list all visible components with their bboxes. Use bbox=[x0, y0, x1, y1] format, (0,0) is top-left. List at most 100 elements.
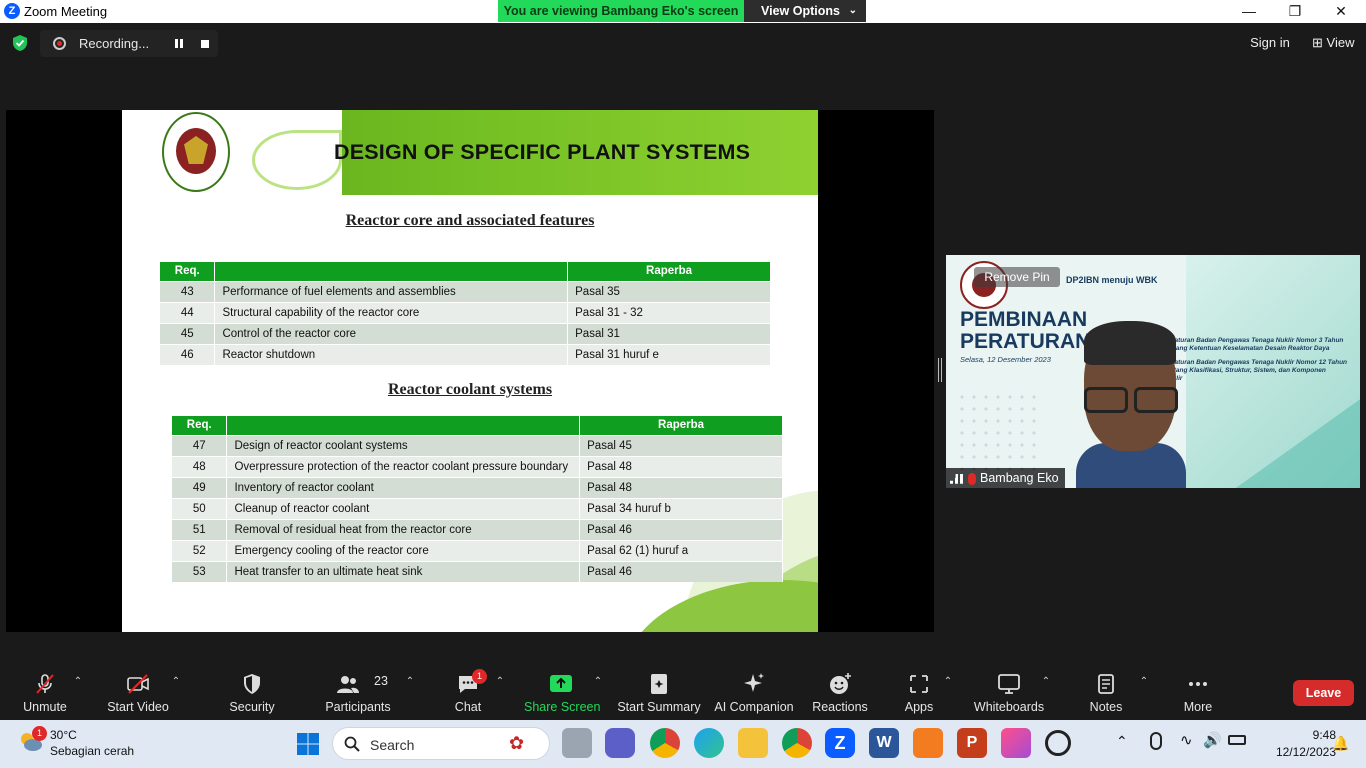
close-button[interactable]: ✕ bbox=[1318, 0, 1364, 23]
windows-start-icon[interactable] bbox=[296, 732, 320, 756]
chat-button[interactable]: 1 Chat bbox=[446, 664, 490, 720]
view-button[interactable]: ⊞ View bbox=[1304, 31, 1362, 55]
view-layout-icon: ⊞ bbox=[1312, 35, 1323, 50]
req-number-cell: 46 bbox=[160, 343, 216, 365]
participant-video-tile[interactable]: Remove Pin DP2IBN menuju WBK PEMBINAAN P… bbox=[946, 255, 1360, 488]
participants-label: Participants bbox=[325, 700, 391, 714]
virtual-bg-line: tentang Klasifikasi, Struktur, Sistem, d… bbox=[1164, 367, 1326, 374]
wifi-icon[interactable]: ∿ bbox=[1180, 731, 1193, 749]
recording-indicator: Recording... bbox=[40, 30, 218, 57]
apps-caret-icon[interactable]: ⌃ bbox=[942, 676, 954, 688]
requirement-cell: Performance of fuel elements and assembl… bbox=[214, 280, 569, 302]
taskbar-date[interactable]: 12/12/2023 bbox=[1256, 745, 1336, 759]
raperba-cell: Pasal 62 (1) huruf a bbox=[579, 539, 783, 561]
teams-meet-icon[interactable] bbox=[605, 728, 635, 758]
notifications-bell-icon[interactable]: 🔔 bbox=[1332, 735, 1349, 752]
raperba-cell: Pasal 45 bbox=[579, 434, 783, 456]
restore-button[interactable]: ❐ bbox=[1272, 0, 1318, 23]
start-summary-button[interactable]: Start Summary bbox=[616, 664, 702, 720]
slide-title: DESIGN OF SPECIFIC PLANT SYSTEMS bbox=[334, 140, 751, 164]
req-number-cell: 53 bbox=[172, 560, 228, 582]
table-row: 52 Emergency cooling of the reactor core P… bbox=[172, 539, 783, 561]
share-options-caret-icon[interactable]: ⌃ bbox=[592, 676, 604, 688]
word-icon[interactable]: W bbox=[869, 728, 899, 758]
taskbar-time[interactable]: 9:48 bbox=[1256, 728, 1336, 742]
req-number-cell: 48 bbox=[172, 455, 228, 477]
table-row: 44 Structural capability of the reactor c… bbox=[160, 301, 771, 323]
requirement-cell: Emergency cooling of the reactor core bbox=[226, 539, 581, 561]
pdf-app-icon[interactable] bbox=[913, 728, 943, 758]
view-options-label: View Options bbox=[761, 4, 840, 18]
whiteboards-caret-icon[interactable]: ⌃ bbox=[1040, 676, 1052, 688]
view-options-button[interactable]: View Options ⌄ bbox=[744, 0, 866, 22]
wps-icon[interactable] bbox=[1001, 728, 1031, 758]
table-row: 51 Removal of residual heat from the reac… bbox=[172, 518, 783, 540]
file-explorer-icon[interactable] bbox=[738, 728, 768, 758]
volume-icon[interactable]: 🔊 bbox=[1203, 731, 1222, 749]
more-button[interactable]: More bbox=[1172, 664, 1224, 720]
stop-recording-icon[interactable] bbox=[201, 40, 209, 48]
camera-app-icon[interactable] bbox=[1045, 730, 1071, 756]
coolant-requirements-table: Req. Raperba 47 Design of reactor coolant… bbox=[172, 416, 783, 582]
shared-screen[interactable]: DESIGN OF SPECIFIC PLANT SYSTEMS Reactor… bbox=[6, 110, 934, 632]
audio-options-caret-icon[interactable]: ⌃ bbox=[72, 676, 84, 688]
raperba-cell: Pasal 46 bbox=[579, 560, 783, 582]
leave-button[interactable]: Leave bbox=[1293, 680, 1354, 706]
minimize-button[interactable]: — bbox=[1226, 0, 1272, 23]
weather-condition: Sebagian cerah bbox=[50, 744, 135, 758]
share-screen-icon bbox=[550, 675, 572, 692]
weather-badge: 1 bbox=[32, 726, 47, 741]
zoom-app-icon[interactable]: Z bbox=[825, 728, 855, 758]
raperba-cell: Pasal 46 bbox=[579, 518, 783, 540]
viewing-banner: You are viewing Bambang Eko's screen Vie… bbox=[498, 0, 866, 22]
summary-icon bbox=[651, 674, 667, 694]
chrome-profile-icon[interactable] bbox=[782, 728, 812, 758]
whiteboards-button[interactable]: Whiteboards bbox=[970, 664, 1048, 720]
requirement-cell: Design of reactor coolant systems bbox=[226, 434, 581, 456]
unmute-button[interactable]: Unmute bbox=[14, 664, 76, 720]
show-hidden-icons-chevron[interactable]: ⌃ bbox=[1116, 733, 1128, 750]
participants-icon bbox=[336, 676, 359, 693]
apps-icon bbox=[910, 675, 928, 693]
virtual-bg-heading-line: PERATURAN bbox=[960, 330, 1091, 353]
table-row: 47 Design of reactor coolant systems Pasal… bbox=[172, 434, 783, 456]
share-screen-button[interactable]: Share Screen bbox=[524, 664, 600, 720]
taskbar-search-box[interactable]: Search ✿ bbox=[332, 727, 550, 760]
column-header: Raperba bbox=[579, 416, 783, 435]
chat-caret-icon[interactable]: ⌃ bbox=[494, 676, 506, 688]
column-header: Raperba bbox=[567, 262, 771, 281]
requirement-cell: Reactor shutdown bbox=[214, 343, 569, 365]
participants-caret-icon[interactable]: ⌃ bbox=[404, 676, 416, 688]
more-label: More bbox=[1183, 700, 1213, 714]
video-off-icon bbox=[127, 674, 149, 694]
column-header bbox=[214, 262, 569, 281]
chrome-icon[interactable] bbox=[650, 728, 680, 758]
raperba-cell: Pasal 31 bbox=[567, 322, 771, 344]
requirement-cell: Inventory of reactor coolant bbox=[226, 476, 581, 498]
edge-icon[interactable] bbox=[694, 728, 724, 758]
task-view-icon[interactable] bbox=[562, 728, 592, 758]
req-number-cell: 47 bbox=[172, 434, 228, 456]
participant-video bbox=[1076, 321, 1186, 488]
pause-recording-icon[interactable] bbox=[173, 36, 185, 50]
remove-pin-button[interactable]: Remove Pin bbox=[974, 267, 1060, 287]
notes-caret-icon[interactable]: ⌃ bbox=[1138, 676, 1150, 688]
ai-companion-button[interactable]: AI Companion bbox=[712, 664, 796, 720]
apps-button[interactable]: Apps bbox=[894, 664, 944, 720]
record-dot-icon bbox=[53, 37, 66, 50]
battery-icon[interactable] bbox=[1228, 735, 1246, 745]
panel-resize-handle[interactable] bbox=[938, 358, 942, 382]
signal-strength-icon bbox=[950, 473, 964, 484]
security-button[interactable]: Security bbox=[224, 664, 280, 720]
start-video-button[interactable]: Start Video bbox=[104, 664, 172, 720]
powerpoint-icon[interactable]: P bbox=[957, 728, 987, 758]
section-heading-coolant: Reactor coolant systems bbox=[387, 381, 553, 398]
sign-in-button[interactable]: Sign in bbox=[1242, 31, 1298, 55]
microphone-icon[interactable] bbox=[1150, 732, 1162, 750]
video-options-caret-icon[interactable]: ⌃ bbox=[170, 676, 182, 688]
virtual-bg-line: Peraturan Badan Pengawas Tenaga Nuklir N… bbox=[1164, 359, 1348, 366]
notes-button[interactable]: Notes bbox=[1080, 664, 1132, 720]
encryption-shield-icon[interactable] bbox=[11, 34, 29, 52]
reactions-button[interactable]: Reactions bbox=[810, 664, 870, 720]
participants-button[interactable]: 23 Participants bbox=[322, 664, 394, 720]
